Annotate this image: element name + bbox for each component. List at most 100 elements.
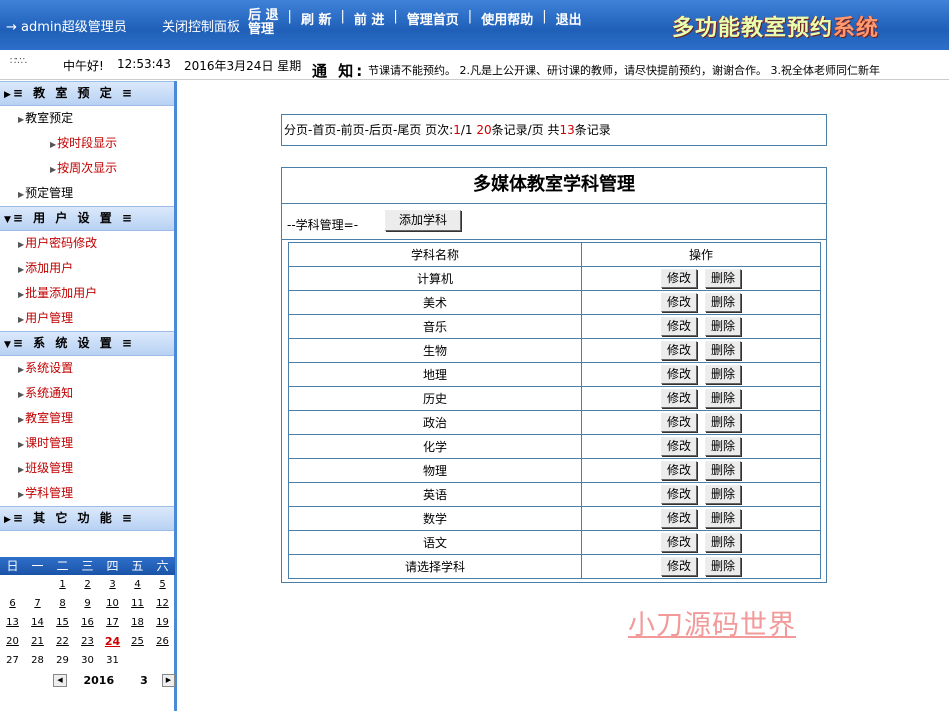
- calendar-day[interactable]: 3: [100, 575, 125, 594]
- sidebar-section-header[interactable]: ▶ ≡ 其 它 功 能 ≡: [0, 506, 174, 531]
- calendar-day[interactable]: 30: [75, 651, 100, 670]
- delete-button[interactable]: 删除: [705, 437, 741, 456]
- delete-button[interactable]: 删除: [705, 413, 741, 432]
- sidebar-section-header[interactable]: ▼ ≡ 系 统 设 置 ≡: [0, 331, 174, 356]
- delete-button[interactable]: 删除: [705, 557, 741, 576]
- sidebar-item[interactable]: ▶用户密码修改: [0, 231, 174, 256]
- sidebar-section-header[interactable]: ▼ ≡ 用 户 设 置 ≡: [0, 206, 174, 231]
- calendar-day[interactable]: 5: [150, 575, 175, 594]
- sidebar-item[interactable]: ▶预定管理: [0, 181, 174, 206]
- edit-button[interactable]: 修改: [661, 413, 697, 432]
- admin-home-link[interactable]: 管理首页: [407, 9, 459, 37]
- bullet-arrow-icon: ▶: [18, 240, 25, 249]
- calendar-day[interactable]: 12: [150, 594, 175, 613]
- subject-name: 物理: [288, 458, 582, 483]
- back-link[interactable]: 后 退 管理: [248, 9, 279, 37]
- records-per-page: 20: [476, 123, 492, 137]
- sidebar-item[interactable]: ▶添加用户: [0, 256, 174, 281]
- close-panel-link[interactable]: 关闭控制面板: [162, 16, 240, 37]
- edit-button[interactable]: 修改: [661, 533, 697, 552]
- calendar-day[interactable]: 4: [125, 575, 150, 594]
- subject-name: 生物: [288, 338, 582, 363]
- calendar-day[interactable]: 21: [25, 632, 50, 651]
- calendar-day[interactable]: 1: [50, 575, 75, 594]
- calendar-day[interactable]: 27: [0, 651, 25, 670]
- calendar-day[interactable]: 23: [75, 632, 100, 651]
- calendar-day[interactable]: 11: [125, 594, 150, 613]
- edit-button[interactable]: 修改: [661, 437, 697, 456]
- exit-link[interactable]: 退出: [556, 9, 582, 37]
- calendar-day[interactable]: 8: [50, 594, 75, 613]
- calendar-day[interactable]: 25: [125, 632, 150, 651]
- sidebar-section-header[interactable]: ▶ ≡ 教 室 预 定 ≡: [0, 81, 174, 106]
- edit-button[interactable]: 修改: [661, 269, 697, 288]
- edit-button[interactable]: 修改: [661, 365, 697, 384]
- calendar-day[interactable]: 26: [150, 632, 175, 651]
- calendar-day[interactable]: 24: [100, 632, 125, 651]
- sidebar-item[interactable]: ▶班级管理: [0, 456, 174, 481]
- calendar-day[interactable]: 29: [50, 651, 75, 670]
- sidebar-item[interactable]: ▶教室预定: [0, 106, 174, 131]
- delete-button[interactable]: 删除: [705, 293, 741, 312]
- calendar-day[interactable]: 28: [25, 651, 50, 670]
- table-row: 化学 修改 删除: [288, 434, 821, 459]
- calendar-day[interactable]: 7: [25, 594, 50, 613]
- calendar-day[interactable]: 16: [75, 613, 100, 632]
- edit-button[interactable]: 修改: [661, 293, 697, 312]
- calendar-weekday-row: 日一二三四五六: [0, 557, 175, 575]
- edit-button[interactable]: 修改: [661, 341, 697, 360]
- sidebar-item[interactable]: ▶系统通知: [0, 381, 174, 406]
- sidebar-item[interactable]: ▶用户管理: [0, 306, 174, 331]
- sidebar-item-label: 按时段显示: [57, 136, 118, 150]
- delete-button[interactable]: 删除: [705, 269, 741, 288]
- sidebar-item[interactable]: ▶课时管理: [0, 431, 174, 456]
- delete-button[interactable]: 删除: [705, 365, 741, 384]
- edit-button[interactable]: 修改: [661, 509, 697, 528]
- help-link[interactable]: 使用帮助: [481, 9, 533, 37]
- pagination-links[interactable]: 分页-首页-前页-后页-尾页 页次:: [284, 123, 453, 137]
- calendar-day[interactable]: 6: [0, 594, 25, 613]
- calendar-day[interactable]: 10: [100, 594, 125, 613]
- edit-button[interactable]: 修改: [661, 557, 697, 576]
- edit-button[interactable]: 修改: [661, 485, 697, 504]
- calendar-day[interactable]: 31: [100, 651, 125, 670]
- top-header: → admin超级管理员 关闭控制面板 后 退 管理 | 刷 新 | 前 进 |…: [0, 0, 949, 50]
- delete-button[interactable]: 删除: [705, 509, 741, 528]
- calendar-next-button[interactable]: ▶: [161, 673, 175, 687]
- calendar-day[interactable]: 14: [25, 613, 50, 632]
- delete-button[interactable]: 删除: [705, 341, 741, 360]
- weekday-label: 三: [81, 559, 94, 573]
- calendar-day[interactable]: 9: [75, 594, 100, 613]
- forward-link[interactable]: 前 进: [354, 9, 385, 37]
- calendar-day[interactable]: 2: [75, 575, 100, 594]
- sidebar-item[interactable]: ▶按时段显示: [0, 131, 174, 156]
- calendar-day[interactable]: 19: [150, 613, 175, 632]
- delete-button[interactable]: 删除: [705, 389, 741, 408]
- calendar-day[interactable]: 22: [50, 632, 75, 651]
- calendar-day[interactable]: 13: [0, 613, 25, 632]
- subject-name: 计算机: [288, 266, 582, 291]
- sidebar-item[interactable]: ▶学科管理: [0, 481, 174, 506]
- calendar-day[interactable]: 15: [50, 613, 75, 632]
- table-row: 语文 修改 删除: [288, 530, 821, 555]
- refresh-link[interactable]: 刷 新: [301, 9, 332, 37]
- edit-button[interactable]: 修改: [661, 389, 697, 408]
- system-logo: 多功能教室预约系统: [672, 10, 879, 42]
- delete-button[interactable]: 删除: [705, 317, 741, 336]
- sidebar-item[interactable]: ▶批量添加用户: [0, 281, 174, 306]
- bullet-arrow-icon: ▶: [18, 465, 25, 474]
- edit-button[interactable]: 修改: [661, 317, 697, 336]
- calendar-day[interactable]: 17: [100, 613, 125, 632]
- delete-button[interactable]: 删除: [705, 533, 741, 552]
- calendar-prev-button[interactable]: ◀: [53, 673, 67, 687]
- sidebar-item[interactable]: ▶系统设置: [0, 356, 174, 381]
- sidebar-item[interactable]: ▶教室管理: [0, 406, 174, 431]
- delete-button[interactable]: 删除: [705, 485, 741, 504]
- row-actions: 修改 删除: [581, 386, 821, 411]
- sidebar-item[interactable]: ▶按周次显示: [0, 156, 174, 181]
- calendar-day[interactable]: 20: [0, 632, 25, 651]
- add-subject-button[interactable]: 添加学科: [385, 210, 461, 231]
- delete-button[interactable]: 删除: [705, 461, 741, 480]
- edit-button[interactable]: 修改: [661, 461, 697, 480]
- calendar-day[interactable]: 18: [125, 613, 150, 632]
